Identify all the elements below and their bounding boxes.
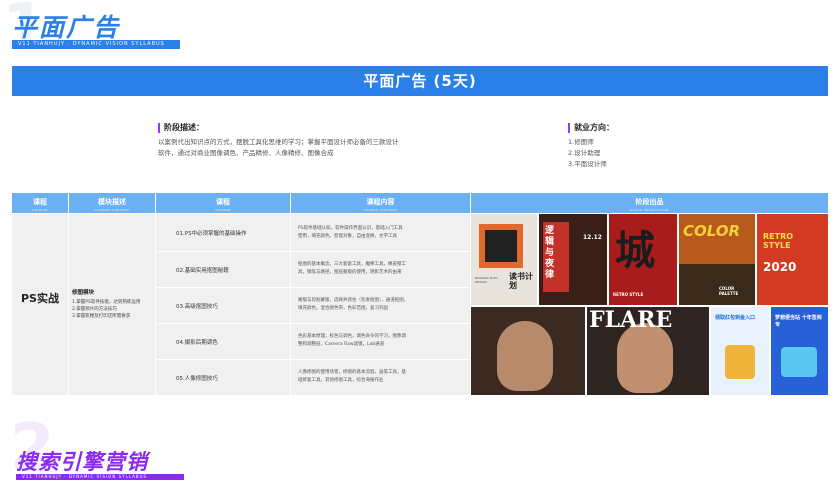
lesson-content-line: 色彩基本原理，校色与调色，调色命令的学习，图像调 bbox=[298, 334, 406, 339]
course-name: PS实战 bbox=[21, 292, 59, 305]
lesson-content-line: 础修复工具，其他修图工具，综合海报作业 bbox=[298, 378, 384, 383]
stage-description-text: 以案例代出知识点的方式，摆脱工具化思维的学习；掌握平面设计师必备的三款设计 软件… bbox=[158, 137, 458, 159]
header-production: 阶段出品 STAGE PRODUCTION bbox=[471, 193, 828, 213]
header-module: 模块描述 COURSE CONTENT bbox=[69, 193, 155, 213]
stage-description-line: 以案例代出知识点的方式，摆脱工具化思维的学习；掌握平面设计师必备的三款设计 bbox=[158, 138, 399, 146]
row-divider bbox=[156, 251, 470, 252]
lesson-content-line: PS软件基础认知，软件操作界面认识，基础入门工具 bbox=[298, 226, 403, 231]
module-item: 1.掌握PS软件技能，达到熟练运用 bbox=[72, 300, 141, 305]
employment-item: 1.修图师 bbox=[568, 138, 594, 146]
header-course-label: 课程 bbox=[33, 198, 47, 206]
lesson-content: PS软件基础认知，软件操作界面认识，基础入门工具 使用，填充颜色，智能对象，自由… bbox=[298, 225, 466, 241]
lesson-content-line: 使用，填充颜色，智能对象，自由变换，文字工具 bbox=[298, 234, 397, 239]
poster-flare: FLARE bbox=[587, 307, 709, 395]
lesson-content: 抠图的基本概念，三大套索工具，魔棒工具，橡皮擦工 具，钢笔与路径，图层蒙版的使用… bbox=[298, 261, 466, 277]
lesson-content: 蒙版与剪贴蒙版，选择并遮住（毛发抠图），通道抠图， 填充颜色，混合颜色带，色彩范… bbox=[298, 297, 466, 313]
section-title: 平面广告 bbox=[12, 13, 121, 42]
poster-title: 领取红包到金入口 bbox=[715, 315, 756, 321]
row-divider bbox=[156, 287, 470, 288]
course-banner: 平面广告 (5天) bbox=[12, 66, 828, 96]
lesson-name: 03.高级抠图技巧 bbox=[176, 304, 218, 310]
employment-title: 就业方向： bbox=[574, 123, 614, 132]
module-title: 修图模块 bbox=[72, 290, 95, 296]
lesson-name: 02.基础实用抠图秘籍 bbox=[176, 268, 229, 274]
poster-night: 逻辑与夜律 12.12 bbox=[539, 214, 607, 305]
header-module-label: 模块描述 bbox=[98, 198, 126, 206]
poster-shape bbox=[485, 230, 517, 262]
poster-title: FLARE bbox=[589, 307, 673, 333]
stage-description-title: 阶段描述： bbox=[164, 123, 204, 132]
section-subtitle-bar: V11 TIANHUJY · DYNAMIC VISION SYLLABUS bbox=[12, 40, 180, 49]
poster-redpacket: 领取红包到金入口 bbox=[711, 307, 769, 395]
poster-title: RETRO STYLE bbox=[763, 232, 794, 250]
header-module-sub: COURSE CONTENT bbox=[94, 208, 130, 212]
module-item: 3.掌握影楼及打印店所需要求 bbox=[72, 314, 131, 319]
header-lesson: 课程 COURSE bbox=[156, 193, 290, 213]
lesson-name: 05.人像修图技巧 bbox=[176, 376, 218, 382]
stage-description-marker bbox=[158, 123, 160, 133]
poster-portrait-1 bbox=[471, 307, 585, 395]
employment-marker bbox=[568, 123, 570, 133]
header-lesson-sub: COURSE bbox=[215, 208, 231, 212]
poster-caption: READING PLAN DESIGN bbox=[475, 276, 498, 284]
poster-title: 逻辑与夜律 bbox=[545, 226, 555, 280]
poster-caption: COLOR PALETTE bbox=[719, 286, 739, 296]
lesson-content: 人像修图的使用场景，修图的基本流程，画笔工具，基 础修复工具，其他修图工具，综合… bbox=[298, 369, 466, 385]
lesson-content: 色彩基本原理，校色与调色，调色命令的学习，图像调 整和调整层，Camera Ra… bbox=[298, 333, 466, 349]
poster-date: 12.12 bbox=[583, 234, 602, 241]
lesson-content-line: 人像修图的使用场景，修图的基本流程，画笔工具，基 bbox=[298, 370, 406, 375]
poster-face-shape bbox=[497, 321, 553, 391]
poster-caption: RETRO STYLE bbox=[613, 292, 644, 297]
lesson-name: 01.PS中必须掌握的基础操作 bbox=[176, 231, 247, 237]
poster-title: 城 bbox=[615, 228, 655, 274]
poster-shape bbox=[679, 264, 755, 305]
poster-title: 梦想便当站 十年签到专 bbox=[775, 315, 822, 328]
poster-city: 城 RETRO STYLE bbox=[609, 214, 677, 305]
poster-title: 读书计划 bbox=[509, 272, 533, 290]
lesson-content-line: 整和调整层，Camera Raw滤镜，Lab通道 bbox=[298, 342, 385, 347]
row-divider bbox=[156, 359, 470, 360]
header-content-label: 课程内容 bbox=[366, 198, 395, 206]
lesson-content-line: 蒙版与剪贴蒙版，选择并遮住（毛发抠图），通道抠图， bbox=[298, 298, 409, 303]
poster-retro: RETRO STYLE 2020 bbox=[757, 214, 828, 305]
employment-item: 3.平面设计师 bbox=[568, 160, 607, 168]
header-course: 课程 COURSE bbox=[12, 193, 68, 213]
header-production-label: 阶段出品 bbox=[635, 198, 664, 206]
row-divider bbox=[156, 323, 470, 324]
poster-shape bbox=[781, 347, 817, 377]
employment-item: 2.设计助理 bbox=[568, 149, 601, 157]
poster-title: COLOR bbox=[683, 222, 741, 240]
lesson-content-line: 填充颜色，混合颜色带，色彩范围，复习巩固 bbox=[298, 306, 388, 311]
poster-face-shape bbox=[617, 323, 673, 393]
lesson-content-line: 抠图的基本概念，三大套索工具，魔棒工具，橡皮擦工 bbox=[298, 262, 406, 267]
header-lesson-label: 课程 bbox=[216, 198, 230, 206]
poster-year: 2020 bbox=[763, 260, 797, 274]
poster-color: COLOR COLOR PALETTE bbox=[679, 214, 755, 305]
header-course-sub: COURSE bbox=[32, 208, 48, 212]
employment-list: 1.修图师 2.设计助理 3.平面设计师 bbox=[568, 137, 688, 170]
lesson-name: 04.摄影后期调色 bbox=[176, 340, 218, 346]
header-content: 课程内容 COURSE CONTENT bbox=[291, 193, 470, 213]
lesson-content-line: 具，钢笔与路径，图层蒙版的使用，阴影艺术的由来 bbox=[298, 270, 402, 275]
poster-shape bbox=[725, 345, 755, 379]
header-production-sub: STAGE PRODUCTION bbox=[630, 208, 669, 212]
poster-reading-plan: 读书计划 READING PLAN DESIGN bbox=[471, 214, 537, 305]
section-subtitle-bar: V11 TIANHUJY · DYNAMIC VISION SYLLABUS bbox=[16, 474, 184, 480]
poster-checkin: 梦想便当站 十年签到专 bbox=[771, 307, 828, 395]
header-content-sub: COURSE CONTENT bbox=[363, 208, 398, 212]
stage-description-line: 软件，通过对商业图像调色、产品精修、人像精修、图像合成 bbox=[158, 149, 334, 157]
module-description: 修图模块 1.掌握PS软件技能，达到熟练运用 2.掌握修片的方法技巧 3.掌握影… bbox=[72, 288, 156, 320]
module-item: 2.掌握修片的方法技巧 bbox=[72, 307, 117, 312]
section-title: 搜索引擎营销 bbox=[16, 450, 148, 474]
